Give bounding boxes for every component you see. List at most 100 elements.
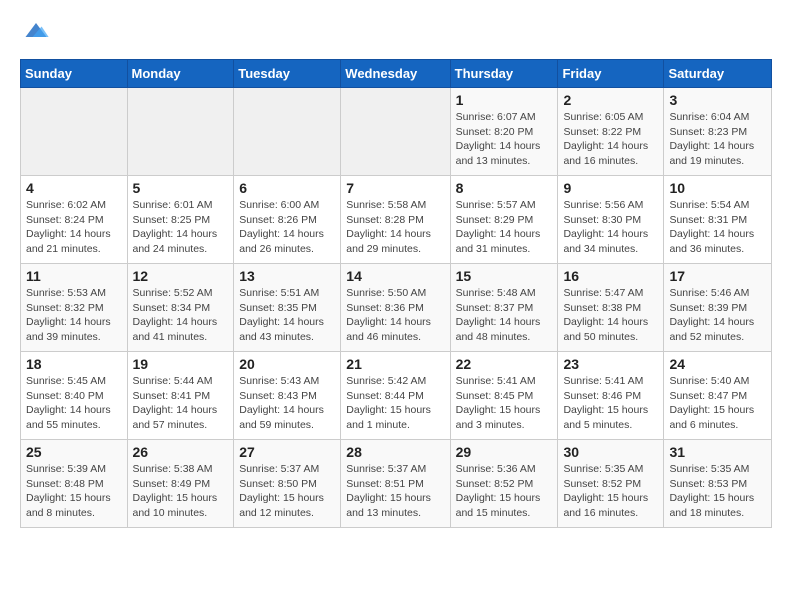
day-number: 27 [239, 444, 335, 460]
calendar-cell [21, 88, 128, 176]
day-info: Sunrise: 5:41 AM Sunset: 8:45 PM Dayligh… [456, 374, 553, 433]
day-number: 24 [669, 356, 766, 372]
calendar-cell: 15 Sunrise: 5:48 AM Sunset: 8:37 PM Dayli… [450, 264, 558, 352]
day-info: Sunrise: 5:48 AM Sunset: 8:37 PM Dayligh… [456, 286, 553, 345]
day-number: 19 [133, 356, 229, 372]
calendar-cell: 22 Sunrise: 5:41 AM Sunset: 8:45 PM Dayli… [450, 352, 558, 440]
day-info: Sunrise: 6:02 AM Sunset: 8:24 PM Dayligh… [26, 198, 122, 257]
day-number: 28 [346, 444, 444, 460]
day-info: Sunrise: 5:36 AM Sunset: 8:52 PM Dayligh… [456, 462, 553, 521]
weekday-header-saturday: Saturday [664, 60, 772, 88]
day-number: 16 [563, 268, 658, 284]
weekday-header-thursday: Thursday [450, 60, 558, 88]
day-info: Sunrise: 5:39 AM Sunset: 8:48 PM Dayligh… [26, 462, 122, 521]
day-number: 23 [563, 356, 658, 372]
day-info: Sunrise: 5:40 AM Sunset: 8:47 PM Dayligh… [669, 374, 766, 433]
day-info: Sunrise: 6:00 AM Sunset: 8:26 PM Dayligh… [239, 198, 335, 257]
calendar-table: SundayMondayTuesdayWednesdayThursdayFrid… [20, 59, 772, 528]
calendar-cell: 10 Sunrise: 5:54 AM Sunset: 8:31 PM Dayli… [664, 176, 772, 264]
calendar-cell: 5 Sunrise: 6:01 AM Sunset: 8:25 PM Daylig… [127, 176, 234, 264]
logo [20, 16, 50, 49]
day-info: Sunrise: 6:04 AM Sunset: 8:23 PM Dayligh… [669, 110, 766, 169]
day-number: 22 [456, 356, 553, 372]
day-number: 13 [239, 268, 335, 284]
day-info: Sunrise: 5:51 AM Sunset: 8:35 PM Dayligh… [239, 286, 335, 345]
calendar-cell: 19Sunrise: 5:44 AM Sunset: 8:41 PM Dayli… [127, 352, 234, 440]
day-number: 15 [456, 268, 553, 284]
logo-icon [22, 16, 50, 44]
calendar-cell: 14 Sunrise: 5:50 AM Sunset: 8:36 PM Dayli… [341, 264, 450, 352]
page: SundayMondayTuesdayWednesdayThursdayFrid… [0, 0, 792, 544]
calendar-cell: 7Sunrise: 5:58 AM Sunset: 8:28 PM Daylig… [341, 176, 450, 264]
day-number: 4 [26, 180, 122, 196]
day-number: 5 [133, 180, 229, 196]
day-info: Sunrise: 5:57 AM Sunset: 8:29 PM Dayligh… [456, 198, 553, 257]
day-number: 8 [456, 180, 553, 196]
day-number: 3 [669, 92, 766, 108]
day-info: Sunrise: 5:46 AM Sunset: 8:39 PM Dayligh… [669, 286, 766, 345]
calendar-cell: 26Sunrise: 5:38 AM Sunset: 8:49 PM Dayli… [127, 440, 234, 528]
day-number: 9 [563, 180, 658, 196]
weekday-header-monday: Monday [127, 60, 234, 88]
day-info: Sunrise: 5:37 AM Sunset: 8:51 PM Dayligh… [346, 462, 444, 521]
day-info: Sunrise: 5:45 AM Sunset: 8:40 PM Dayligh… [26, 374, 122, 433]
day-info: Sunrise: 5:50 AM Sunset: 8:36 PM Dayligh… [346, 286, 444, 345]
day-number: 10 [669, 180, 766, 196]
day-info: Sunrise: 5:54 AM Sunset: 8:31 PM Dayligh… [669, 198, 766, 257]
calendar-cell [234, 88, 341, 176]
weekday-header-row: SundayMondayTuesdayWednesdayThursdayFrid… [21, 60, 772, 88]
calendar-cell: 12Sunrise: 5:52 AM Sunset: 8:34 PM Dayli… [127, 264, 234, 352]
day-info: Sunrise: 5:56 AM Sunset: 8:30 PM Dayligh… [563, 198, 658, 257]
day-number: 25 [26, 444, 122, 460]
calendar-cell: 27 Sunrise: 5:37 AM Sunset: 8:50 PM Dayli… [234, 440, 341, 528]
calendar-cell: 6 Sunrise: 6:00 AM Sunset: 8:26 PM Daylig… [234, 176, 341, 264]
calendar-cell: 8 Sunrise: 5:57 AM Sunset: 8:29 PM Daylig… [450, 176, 558, 264]
calendar-cell: 3 Sunrise: 6:04 AM Sunset: 8:23 PM Daylig… [664, 88, 772, 176]
day-info: Sunrise: 5:41 AM Sunset: 8:46 PM Dayligh… [563, 374, 658, 433]
day-number: 6 [239, 180, 335, 196]
day-number: 29 [456, 444, 553, 460]
calendar-cell [127, 88, 234, 176]
calendar-cell: 9 Sunrise: 5:56 AM Sunset: 8:30 PM Daylig… [558, 176, 664, 264]
day-info: Sunrise: 5:37 AM Sunset: 8:50 PM Dayligh… [239, 462, 335, 521]
week-row-2: 4 Sunrise: 6:02 AM Sunset: 8:24 PM Daylig… [21, 176, 772, 264]
calendar-cell: 2 Sunrise: 6:05 AM Sunset: 8:22 PM Daylig… [558, 88, 664, 176]
calendar-cell: 18Sunrise: 5:45 AM Sunset: 8:40 PM Dayli… [21, 352, 128, 440]
day-number: 31 [669, 444, 766, 460]
day-info: Sunrise: 6:01 AM Sunset: 8:25 PM Dayligh… [133, 198, 229, 257]
calendar-cell: 28 Sunrise: 5:37 AM Sunset: 8:51 PM Dayli… [341, 440, 450, 528]
calendar-cell: 30 Sunrise: 5:35 AM Sunset: 8:52 PM Dayli… [558, 440, 664, 528]
calendar-cell: 13 Sunrise: 5:51 AM Sunset: 8:35 PM Dayli… [234, 264, 341, 352]
calendar-cell [341, 88, 450, 176]
day-info: Sunrise: 5:35 AM Sunset: 8:53 PM Dayligh… [669, 462, 766, 521]
day-number: 30 [563, 444, 658, 460]
day-number: 2 [563, 92, 658, 108]
day-info: Sunrise: 5:47 AM Sunset: 8:38 PM Dayligh… [563, 286, 658, 345]
day-info: Sunrise: 5:38 AM Sunset: 8:49 PM Dayligh… [133, 462, 229, 521]
day-number: 12 [133, 268, 229, 284]
week-row-1: 1Sunrise: 6:07 AM Sunset: 8:20 PM Daylig… [21, 88, 772, 176]
calendar-cell: 16 Sunrise: 5:47 AM Sunset: 8:38 PM Dayli… [558, 264, 664, 352]
day-number: 20 [239, 356, 335, 372]
day-number: 11 [26, 268, 122, 284]
calendar-cell: 24 Sunrise: 5:40 AM Sunset: 8:47 PM Dayli… [664, 352, 772, 440]
day-info: Sunrise: 5:53 AM Sunset: 8:32 PM Dayligh… [26, 286, 122, 345]
day-info: Sunrise: 5:58 AM Sunset: 8:28 PM Dayligh… [346, 198, 444, 257]
calendar-cell: 20Sunrise: 5:43 AM Sunset: 8:43 PM Dayli… [234, 352, 341, 440]
calendar-cell: 29 Sunrise: 5:36 AM Sunset: 8:52 PM Dayli… [450, 440, 558, 528]
calendar-cell: 25 Sunrise: 5:39 AM Sunset: 8:48 PM Dayli… [21, 440, 128, 528]
day-info: Sunrise: 6:05 AM Sunset: 8:22 PM Dayligh… [563, 110, 658, 169]
calendar-cell: 21Sunrise: 5:42 AM Sunset: 8:44 PM Dayli… [341, 352, 450, 440]
day-number: 17 [669, 268, 766, 284]
day-number: 14 [346, 268, 444, 284]
day-number: 21 [346, 356, 444, 372]
day-info: Sunrise: 5:35 AM Sunset: 8:52 PM Dayligh… [563, 462, 658, 521]
calendar-cell: 23 Sunrise: 5:41 AM Sunset: 8:46 PM Dayli… [558, 352, 664, 440]
week-row-4: 18Sunrise: 5:45 AM Sunset: 8:40 PM Dayli… [21, 352, 772, 440]
calendar-cell: 17 Sunrise: 5:46 AM Sunset: 8:39 PM Dayli… [664, 264, 772, 352]
weekday-header-friday: Friday [558, 60, 664, 88]
day-info: Sunrise: 6:07 AM Sunset: 8:20 PM Dayligh… [456, 110, 553, 169]
calendar-cell: 31 Sunrise: 5:35 AM Sunset: 8:53 PM Dayli… [664, 440, 772, 528]
week-row-3: 11 Sunrise: 5:53 AM Sunset: 8:32 PM Dayli… [21, 264, 772, 352]
weekday-header-tuesday: Tuesday [234, 60, 341, 88]
